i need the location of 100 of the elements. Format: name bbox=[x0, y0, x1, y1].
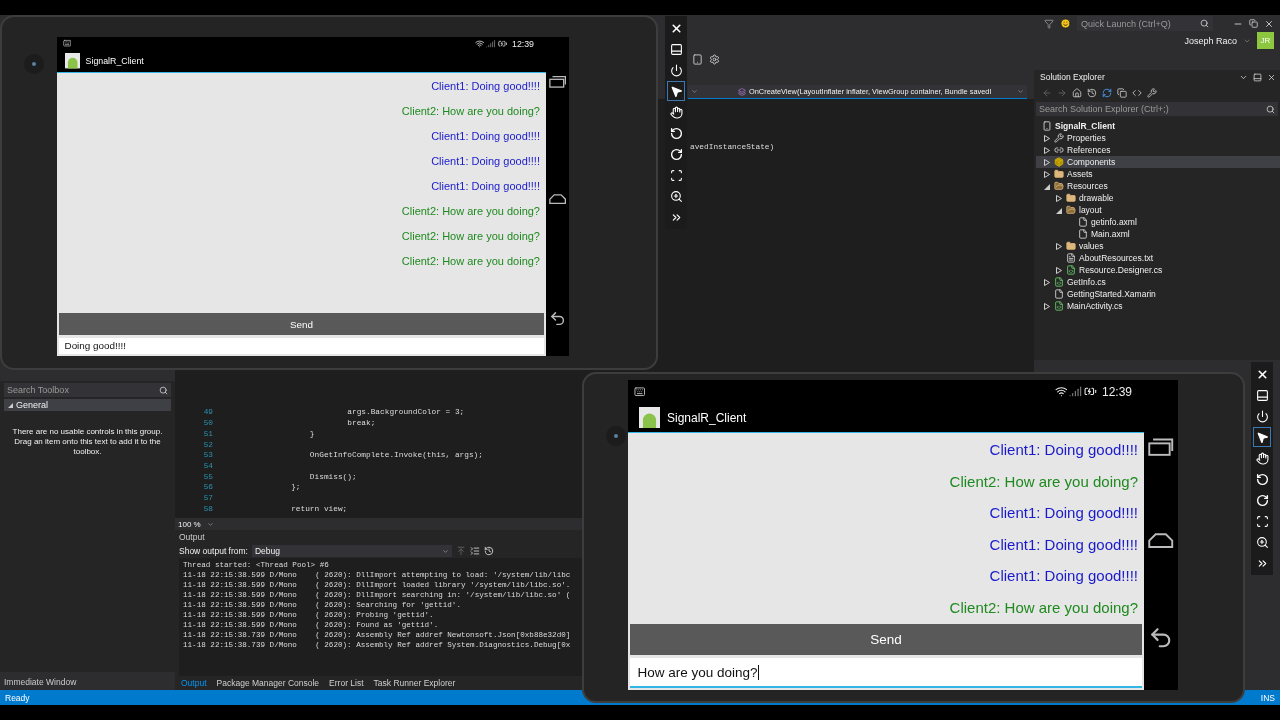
collapsed-arrow-icon[interactable] bbox=[1042, 302, 1051, 310]
expanded-arrow-icon[interactable] bbox=[1042, 182, 1051, 190]
panel-tab[interactable]: Task Runner Explorer bbox=[371, 678, 458, 688]
tree-item[interactable]: Resources bbox=[1036, 180, 1280, 192]
device-icon[interactable] bbox=[692, 53, 703, 65]
user-name[interactable]: Joseph Raco bbox=[1184, 35, 1237, 46]
home-icon[interactable] bbox=[1072, 88, 1082, 98]
collapsed-arrow-icon[interactable] bbox=[1042, 278, 1051, 286]
package-icon bbox=[1054, 157, 1064, 167]
clear-list-icon[interactable] bbox=[470, 546, 480, 556]
refresh-icon[interactable] bbox=[1102, 88, 1112, 98]
chat-message: Client2: How are you doing? bbox=[949, 471, 1138, 492]
rotate-right-icon bbox=[669, 147, 683, 161]
tree-item[interactable]: Components bbox=[1036, 156, 1280, 168]
tree-item[interactable]: layout bbox=[1036, 204, 1280, 216]
code-icon[interactable] bbox=[1132, 88, 1142, 98]
chat-message: Client2: How are you doing? bbox=[949, 597, 1138, 618]
panel-tab[interactable]: Package Manager Console bbox=[214, 678, 322, 688]
search-field[interactable]: Search Solution Explorer (Ctrl+;) bbox=[1036, 102, 1278, 116]
tree-item[interactable]: values bbox=[1036, 240, 1280, 252]
code-file-icon bbox=[1066, 265, 1076, 275]
signal-icon bbox=[1069, 385, 1083, 398]
tree-item[interactable]: MainActivity.cs bbox=[1036, 300, 1280, 312]
collapsed-arrow-icon[interactable] bbox=[1042, 170, 1051, 178]
chat-message: Client1: Doing good!!!! bbox=[431, 129, 540, 144]
wrench-icon[interactable] bbox=[1147, 88, 1157, 98]
folder-icon bbox=[1054, 169, 1064, 179]
close-window-button[interactable] bbox=[1264, 18, 1274, 29]
caret-icon bbox=[1017, 88, 1024, 95]
toolbox-group-header[interactable]: General bbox=[4, 399, 171, 411]
collapsed-arrow-icon[interactable] bbox=[1042, 158, 1051, 166]
message-input-field[interactable]: How are you doing? bbox=[630, 658, 1142, 688]
chat-message: Client1: Doing good!!!! bbox=[989, 534, 1138, 555]
home-icon[interactable] bbox=[548, 194, 567, 205]
chat-message: Client2: How are you doing? bbox=[401, 229, 540, 244]
tree-item[interactable]: getinfo.axml bbox=[1036, 216, 1280, 228]
pointer-tool-button[interactable] bbox=[667, 81, 685, 101]
send-button[interactable]: Send bbox=[630, 624, 1142, 655]
camera-lens-icon bbox=[24, 54, 44, 74]
caret-icon bbox=[442, 547, 449, 555]
collapsed-arrow-icon[interactable] bbox=[1042, 146, 1051, 154]
tree-item[interactable]: Resource.Designer.cs bbox=[1036, 264, 1280, 276]
tree-item[interactable]: GettingStarted.Xamarin bbox=[1036, 288, 1280, 300]
close-icon bbox=[669, 21, 683, 35]
chat-message: Client1: Doing good!!!! bbox=[431, 179, 540, 194]
send-button[interactable]: Send bbox=[59, 313, 544, 335]
recent-apps-icon[interactable] bbox=[548, 75, 567, 89]
rotate-left-icon bbox=[1255, 472, 1269, 486]
pointer-tool-button[interactable] bbox=[1253, 427, 1271, 447]
tree-item[interactable]: AboutResources.txt bbox=[1036, 252, 1280, 264]
tree-item[interactable]: Properties bbox=[1036, 132, 1280, 144]
open-folder-icon bbox=[1066, 205, 1076, 215]
history-icon[interactable] bbox=[1087, 88, 1097, 98]
quick-launch-field[interactable]: Quick Launch (Ctrl+Q) bbox=[1077, 16, 1213, 31]
collapsed-arrow-icon[interactable] bbox=[1054, 266, 1063, 274]
chat-message: Client1: Doing good!!!! bbox=[989, 503, 1138, 523]
output-source-dropdown[interactable]: Debug bbox=[252, 545, 452, 557]
clock-time: 12:39 bbox=[1101, 384, 1132, 399]
minimize-icon bbox=[1255, 388, 1269, 402]
file-icon bbox=[1078, 217, 1088, 227]
empty-group-message: There are no usable controls in this group. Drag an item onto this text to add it to the toolbox. bbox=[11, 427, 164, 457]
message-input-field[interactable]: Doing good!!!! bbox=[59, 338, 544, 354]
expanded-arrow-icon[interactable] bbox=[1054, 206, 1063, 214]
app-title: SignalR_Client bbox=[85, 56, 144, 66]
tree-item[interactable]: Assets bbox=[1036, 168, 1280, 180]
collapsed-arrow-icon[interactable] bbox=[1054, 194, 1063, 202]
search-icon bbox=[1266, 104, 1275, 114]
panel-tab[interactable]: Error List bbox=[327, 678, 366, 688]
text-file-icon bbox=[1066, 253, 1076, 263]
collapsed-arrow-icon[interactable] bbox=[1042, 134, 1051, 142]
open-folder-icon bbox=[1054, 181, 1064, 191]
tree-item[interactable]: drawable bbox=[1036, 192, 1280, 204]
recent-apps-icon[interactable] bbox=[1148, 436, 1174, 456]
chat-message: Client2: How are you doing? bbox=[401, 104, 540, 119]
panel-tab[interactable]: Output bbox=[179, 678, 209, 688]
file-icon bbox=[1054, 289, 1064, 299]
wifi-icon bbox=[474, 38, 485, 49]
filter-icon bbox=[1044, 18, 1054, 29]
tree-item[interactable]: References bbox=[1036, 144, 1280, 156]
close-icon[interactable] bbox=[1267, 72, 1276, 82]
zoom-dropdown[interactable]: 100 % bbox=[175, 519, 214, 529]
zoom-in-icon bbox=[669, 189, 683, 203]
signal-icon bbox=[486, 38, 496, 49]
copy-icon[interactable] bbox=[1117, 88, 1127, 98]
tree-item[interactable]: SignalR_Client bbox=[1036, 120, 1280, 132]
chat-message: Client1: Doing good!!!! bbox=[431, 79, 540, 94]
chat-message: Client1: Doing good!!!! bbox=[989, 566, 1138, 586]
method-icon bbox=[738, 87, 746, 96]
collapsed-arrow-icon[interactable] bbox=[1054, 242, 1063, 250]
expanded-arrow-icon bbox=[8, 402, 13, 408]
back-icon[interactable] bbox=[548, 310, 567, 328]
tree-item[interactable]: Main.axml bbox=[1036, 228, 1280, 240]
restore-window-button[interactable] bbox=[1249, 19, 1258, 28]
gear-icon[interactable] bbox=[709, 53, 720, 65]
home-icon[interactable] bbox=[1148, 532, 1174, 549]
tree-item[interactable]: GetInfo.cs bbox=[1036, 276, 1280, 288]
search-field[interactable]: Search Toolbox bbox=[4, 383, 171, 397]
camera-lens-icon bbox=[606, 426, 626, 446]
immediate-window-tab[interactable]: Immediate Window bbox=[0, 677, 175, 687]
chat-message: Client1: Doing good!!!! bbox=[989, 440, 1138, 460]
